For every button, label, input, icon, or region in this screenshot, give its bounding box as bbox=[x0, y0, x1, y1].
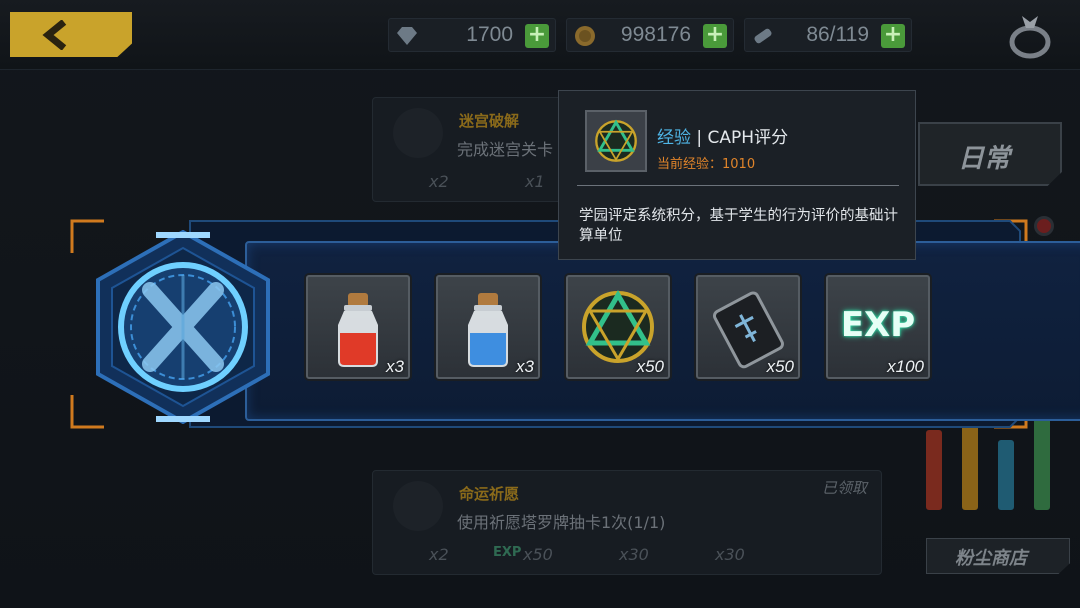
reward-qty: x100 bbox=[887, 357, 924, 376]
tooltip-item-subtitle: | CAPH评分 bbox=[691, 128, 789, 148]
side-bar-blue bbox=[998, 440, 1014, 510]
tooltip-description: 学园评定系统积分，基于学生的行为评价的基础计算单位 bbox=[579, 208, 898, 244]
task-reward-qty: x2 bbox=[429, 545, 449, 564]
task-reward-qty: x30 bbox=[715, 545, 745, 564]
task-title: 命运祈愿 bbox=[459, 485, 520, 503]
tooltip-title: 经验 | CAPH评分 bbox=[657, 123, 788, 148]
task-card-fate-wish: 命运祈愿 使用祈愿塔罗牌抽卡1次(1/1) 已领取 x2 EXP x50 x30… bbox=[372, 470, 882, 575]
task-reward-exp-label: EXP bbox=[493, 545, 522, 560]
coin-amount: 998176 bbox=[620, 23, 691, 46]
gem-amount: 1700 bbox=[466, 23, 513, 46]
add-gems-button[interactable]: + bbox=[525, 24, 549, 48]
task-reward-qty: x2 bbox=[429, 172, 449, 191]
item-tooltip: 经验 | CAPH评分 当前经验：1010 学园评定系统积分，基于学生的行为评价… bbox=[558, 90, 916, 260]
back-button[interactable] bbox=[10, 12, 132, 57]
reward-qty: x50 bbox=[766, 357, 794, 376]
daily-tab[interactable]: 日常 bbox=[918, 122, 1062, 186]
reward-qty: x50 bbox=[636, 357, 664, 376]
task-reward-qty: x1 bbox=[525, 172, 545, 191]
reward-slot[interactable]: x3 bbox=[306, 275, 410, 379]
gem-icon bbox=[397, 27, 417, 45]
task-reward-qty: x30 bbox=[619, 545, 649, 564]
tooltip-item-name: 经验 bbox=[657, 128, 691, 148]
reward-slot[interactable]: x50 bbox=[696, 275, 800, 379]
reward-slot[interactable]: x50 bbox=[566, 275, 670, 379]
maze-icon bbox=[393, 108, 443, 158]
stamina-counter: 86/119 + bbox=[744, 18, 912, 52]
dust-shop-button[interactable]: 粉尘商店 bbox=[926, 538, 1070, 574]
task-reward-qty: x50 bbox=[523, 545, 553, 564]
tooltip-current-exp: 当前经验：1010 bbox=[657, 157, 756, 172]
task-status-claimed: 已领取 bbox=[821, 479, 867, 497]
reward-slot[interactable]: x3 bbox=[436, 275, 540, 379]
fate-wish-icon bbox=[393, 481, 443, 531]
caph-emblem-icon bbox=[595, 119, 637, 162]
daily-tab-label: 日常 bbox=[958, 144, 1011, 174]
x-emblem-icon bbox=[96, 230, 270, 424]
reward-qty: x3 bbox=[516, 357, 534, 376]
notification-dot bbox=[1034, 216, 1054, 236]
gem-counter: 1700 + bbox=[388, 18, 556, 52]
tooltip-item-slot bbox=[585, 110, 647, 172]
top-bar: 1700 + 998176 + 86/119 + bbox=[0, 0, 1080, 70]
dust-shop-label: 粉尘商店 bbox=[955, 548, 1027, 569]
task-title: 迷宫破解 bbox=[459, 112, 520, 130]
ring-icon[interactable] bbox=[1004, 10, 1056, 62]
exp-icon: EXP bbox=[840, 305, 916, 345]
add-coins-button[interactable]: + bbox=[703, 24, 727, 48]
add-stamina-button[interactable]: + bbox=[881, 24, 905, 48]
back-arrow-icon bbox=[42, 20, 67, 50]
side-bar-red bbox=[926, 430, 942, 510]
stamina-icon bbox=[754, 28, 772, 44]
coin-icon bbox=[575, 26, 595, 46]
task-desc: 完成迷宫关卡 bbox=[457, 140, 554, 159]
stamina-amount: 86/119 bbox=[806, 23, 869, 46]
reward-qty: x3 bbox=[386, 357, 404, 376]
tooltip-divider bbox=[577, 185, 899, 186]
task-desc: 使用祈愿塔罗牌抽卡1次(1/1) bbox=[457, 513, 666, 532]
coin-counter: 998176 + bbox=[566, 18, 734, 52]
reward-slot[interactable]: EXP x100 bbox=[826, 275, 930, 379]
